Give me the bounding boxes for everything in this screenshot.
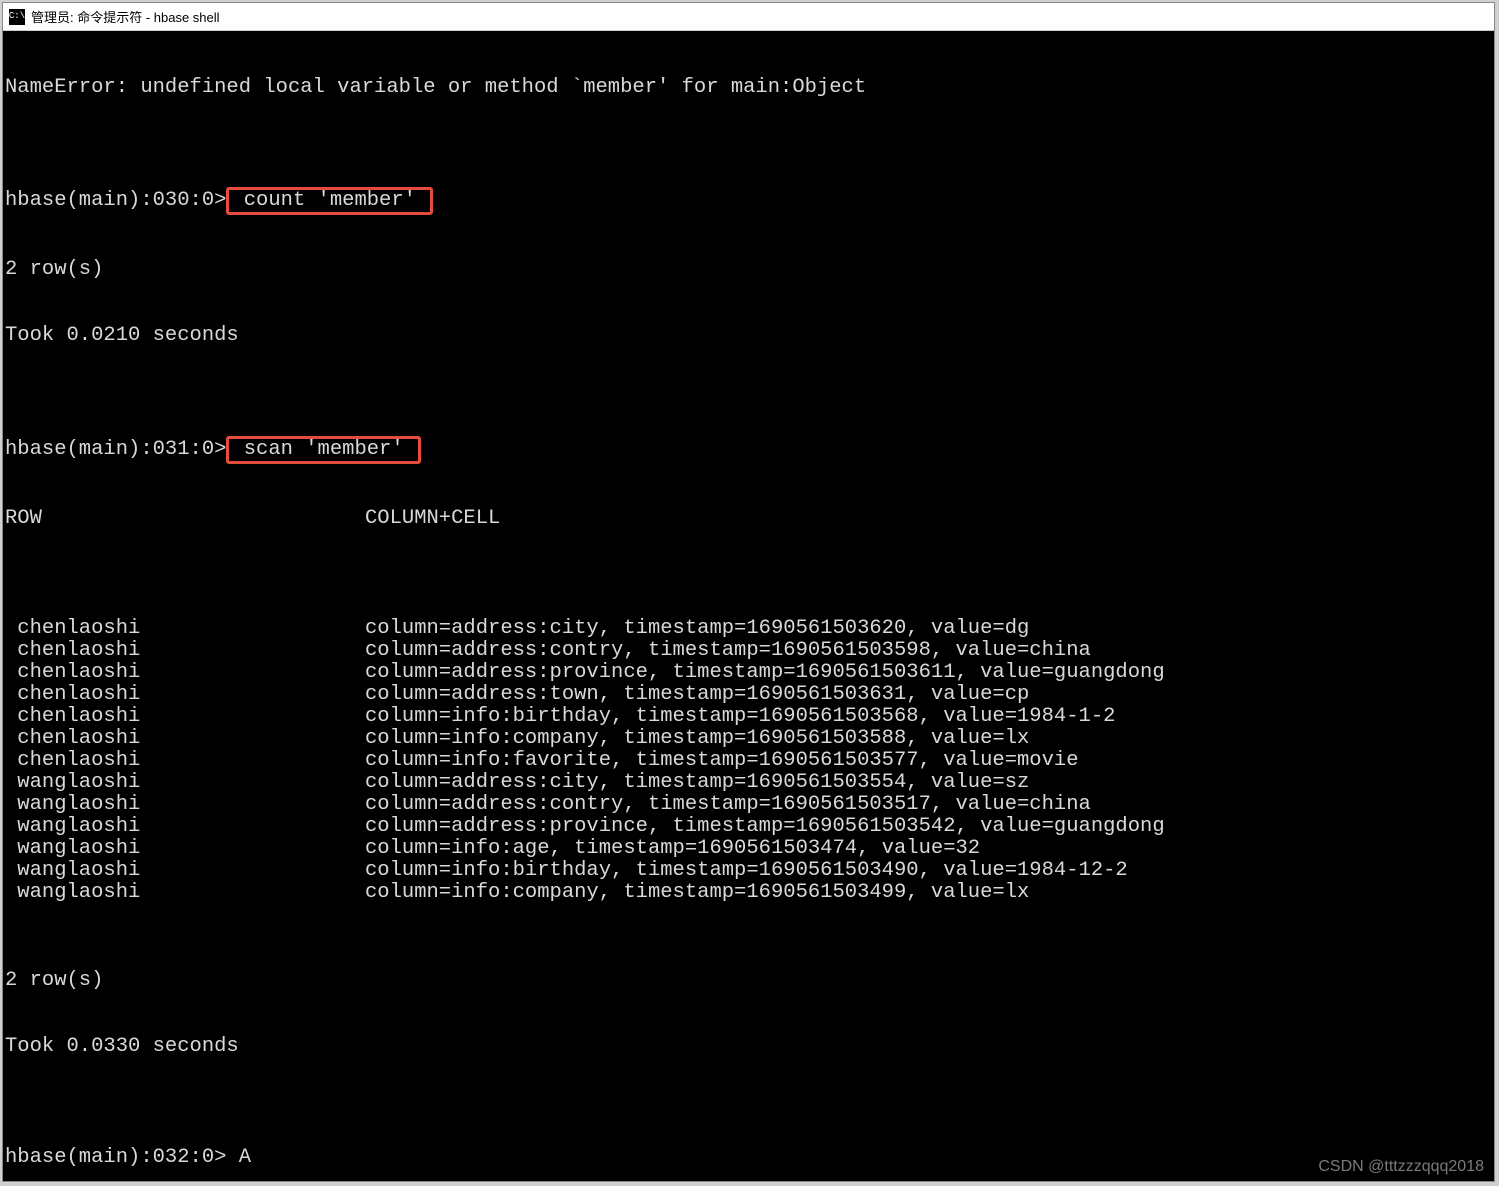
scan-row-key: chenlaoshi	[5, 706, 365, 728]
error-line: NameError: undefined local variable or m…	[5, 77, 1492, 99]
title-bar[interactable]: C:\ 管理员: 命令提示符 - hbase shell	[3, 3, 1494, 31]
scan-row: wanglaoshicolumn=info:company, timestamp…	[5, 882, 1492, 904]
scan-row: wanglaoshicolumn=address:city, timestamp…	[5, 772, 1492, 794]
scan-row: wanglaoshicolumn=info:age, timestamp=169…	[5, 838, 1492, 860]
result-time-1: Took 0.0210 seconds	[5, 325, 1492, 347]
header-row: ROW	[5, 508, 365, 530]
prompt-line-3[interactable]: hbase(main):032:0> A	[5, 1147, 1492, 1169]
command-prompt-window: C:\ 管理员: 命令提示符 - hbase shell NameError: …	[2, 2, 1495, 1182]
highlighted-command-count: count 'member'	[226, 187, 433, 215]
scan-row: chenlaoshicolumn=info:favorite, timestam…	[5, 750, 1492, 772]
scan-row-cell: column=address:town, timestamp=169056150…	[365, 683, 1029, 706]
scan-row-cell: column=info:age, timestamp=1690561503474…	[365, 837, 980, 860]
result-rows-1: 2 row(s)	[5, 259, 1492, 281]
scan-row-cell: column=address:province, timestamp=16905…	[365, 815, 1165, 838]
scan-row-key: chenlaoshi	[5, 640, 365, 662]
scan-row: wanglaoshicolumn=address:contry, timesta…	[5, 794, 1492, 816]
scan-row-cell: column=info:birthday, timestamp=16905615…	[365, 705, 1115, 728]
highlighted-command-scan: scan 'member'	[226, 436, 421, 464]
scan-row: chenlaoshicolumn=info:company, timestamp…	[5, 728, 1492, 750]
result-rows-2: 2 row(s)	[5, 970, 1492, 992]
scan-row-key: wanglaoshi	[5, 794, 365, 816]
prompt-prefix: hbase(main):031:0>	[5, 438, 226, 461]
scan-row-key: wanglaoshi	[5, 860, 365, 882]
scan-row-cell: column=address:contry, timestamp=1690561…	[365, 639, 1091, 662]
scan-row: chenlaoshicolumn=info:birthday, timestam…	[5, 706, 1492, 728]
scan-row-key: chenlaoshi	[5, 618, 365, 640]
scan-row-key: wanglaoshi	[5, 838, 365, 860]
scan-row: chenlaoshicolumn=address:province, times…	[5, 662, 1492, 684]
scan-row-key: chenlaoshi	[5, 684, 365, 706]
scan-row: chenlaoshicolumn=address:city, timestamp…	[5, 618, 1492, 640]
scan-row: wanglaoshicolumn=info:birthday, timestam…	[5, 860, 1492, 882]
prompt-line-2: hbase(main):031:0> scan 'member'	[5, 436, 1492, 464]
scan-row-cell: column=info:company, timestamp=169056150…	[365, 727, 1029, 750]
scan-header: ROWCOLUMN+CELL	[5, 508, 1492, 530]
scan-row-cell: column=address:city, timestamp=169056150…	[365, 771, 1029, 794]
scan-row-cell: column=address:city, timestamp=169056150…	[365, 617, 1029, 640]
cmd-icon: C:\	[9, 9, 25, 25]
scan-row-cell: column=info:birthday, timestamp=16905615…	[365, 859, 1128, 882]
prompt-prefix: hbase(main):032:0>	[5, 1146, 239, 1169]
window-title: 管理员: 命令提示符 - hbase shell	[31, 7, 220, 26]
current-input[interactable]: A	[239, 1146, 251, 1169]
prompt-line-1: hbase(main):030:0> count 'member'	[5, 187, 1492, 215]
header-col: COLUMN+CELL	[365, 507, 500, 530]
scan-row-cell: column=info:company, timestamp=169056150…	[365, 881, 1029, 904]
scan-row-cell: column=info:favorite, timestamp=16905615…	[365, 749, 1079, 772]
scan-row-cell: column=address:province, timestamp=16905…	[365, 661, 1165, 684]
scan-row-key: chenlaoshi	[5, 750, 365, 772]
scan-row: chenlaoshicolumn=address:contry, timesta…	[5, 640, 1492, 662]
scan-row-cell: column=address:contry, timestamp=1690561…	[365, 793, 1091, 816]
scan-row-key: wanglaoshi	[5, 772, 365, 794]
scan-row: wanglaoshicolumn=address:province, times…	[5, 816, 1492, 838]
prompt-prefix: hbase(main):030:0>	[5, 189, 226, 212]
scan-row-key: chenlaoshi	[5, 662, 365, 684]
watermark: CSDN @tttzzzqqq2018	[1318, 1158, 1484, 1175]
scan-row: chenlaoshicolumn=address:town, timestamp…	[5, 684, 1492, 706]
scan-row-key: wanglaoshi	[5, 882, 365, 904]
scan-results: chenlaoshicolumn=address:city, timestamp…	[5, 618, 1492, 904]
terminal-area[interactable]: NameError: undefined local variable or m…	[3, 31, 1494, 1181]
scan-row-key: wanglaoshi	[5, 816, 365, 838]
scan-row-key: chenlaoshi	[5, 728, 365, 750]
result-time-2: Took 0.0330 seconds	[5, 1036, 1492, 1058]
